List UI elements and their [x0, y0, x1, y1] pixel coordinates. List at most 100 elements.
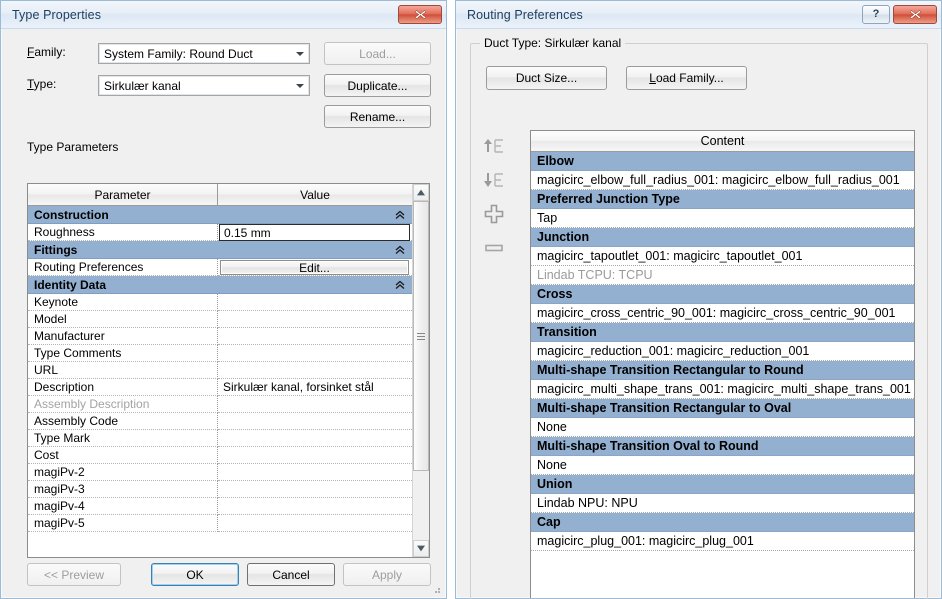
parameter-value[interactable]: 0.15 mm [218, 224, 412, 241]
type-parameters-scrollbar[interactable] [412, 184, 429, 557]
content-section-header[interactable]: Multi-shape Transition Rectangular to Ro… [531, 361, 914, 380]
content-row[interactable]: magicirc_reduction_001: magicirc_reducti… [531, 342, 914, 361]
parameter-value[interactable] [218, 396, 412, 413]
parameter-row[interactable]: Routing Preferences Edit... [28, 259, 412, 276]
scrollbar-thumb[interactable] [413, 201, 429, 471]
parameter-value[interactable] [218, 362, 412, 379]
content-section-header[interactable]: Elbow [531, 152, 914, 171]
close-icon[interactable] [893, 5, 937, 24]
rename-button[interactable]: Rename... [324, 105, 431, 128]
parameter-value[interactable] [218, 245, 412, 255]
parameter-name: URL [28, 362, 218, 379]
content-row[interactable]: magicirc_multi_shape_trans_001: magicirc… [531, 380, 914, 399]
load-button-label: Load... [359, 46, 396, 61]
content-section-header[interactable]: Transition [531, 323, 914, 342]
type-properties-dialog: Type Properties Family: System Family: R… [0, 0, 447, 599]
type-combobox[interactable]: Sirkulær kanal [98, 75, 310, 96]
roughness-input[interactable]: 0.15 mm [219, 224, 410, 241]
apply-button-label: Apply [371, 567, 403, 582]
family-value: System Family: Round Duct [104, 46, 253, 61]
column-header-parameter[interactable]: Parameter [28, 184, 218, 205]
close-icon[interactable] [398, 5, 442, 24]
duplicate-button[interactable]: Duplicate... [324, 74, 431, 97]
chevron-down-icon [296, 51, 304, 56]
parameter-value[interactable] [218, 447, 412, 464]
parameter-value[interactable] [218, 345, 412, 362]
parameter-section-header[interactable]: Construction [28, 206, 412, 224]
parameter-name: Manufacturer [28, 328, 218, 345]
resize-grip-icon[interactable] [430, 583, 442, 595]
parameter-row[interactable]: magiPv-3 [28, 481, 412, 498]
family-combobox[interactable]: System Family: Round Duct [98, 43, 310, 64]
scrollbar-track[interactable] [413, 201, 429, 540]
parameter-value[interactable] [218, 464, 412, 481]
parameter-row[interactable]: Assembly Description [28, 396, 412, 413]
parameter-value[interactable] [218, 430, 412, 447]
content-row[interactable]: None [531, 456, 914, 475]
type-properties-titlebar[interactable]: Type Properties [1, 1, 446, 29]
parameter-row[interactable]: magiPv-2 [28, 464, 412, 481]
content-row[interactable]: Lindab NPU: NPU [531, 494, 914, 513]
add-row-icon[interactable] [476, 197, 512, 231]
parameter-section-header[interactable]: Fittings [28, 241, 412, 259]
collapse-chevron-icon[interactable] [395, 245, 405, 255]
parameter-value[interactable] [218, 515, 412, 532]
remove-row-icon[interactable] [476, 231, 512, 265]
parameter-row[interactable]: Keynote [28, 294, 412, 311]
parameter-row[interactable]: Roughness 0.15 mm [28, 224, 412, 241]
collapse-chevron-icon[interactable] [395, 280, 405, 290]
content-section-header[interactable]: Multi-shape Transition Oval to Round [531, 437, 914, 456]
parameter-value[interactable] [218, 210, 412, 220]
move-down-icon[interactable] [476, 163, 512, 197]
column-header-value[interactable]: Value [218, 184, 412, 205]
parameter-row[interactable]: Type Comments [28, 345, 412, 362]
parameter-section-header[interactable]: Identity Data [28, 276, 412, 294]
content-row[interactable]: magicirc_elbow_full_radius_001: magicirc… [531, 171, 914, 190]
collapse-chevron-icon[interactable] [395, 210, 405, 220]
content-section-header[interactable]: Cross [531, 285, 914, 304]
parameter-name: Roughness [28, 224, 218, 241]
routing-preferences-title: Routing Preferences [467, 7, 583, 22]
parameter-row[interactable]: Manufacturer [28, 328, 412, 345]
content-section-header[interactable]: Multi-shape Transition Rectangular to Ov… [531, 399, 914, 418]
content-section-header[interactable]: Cap [531, 513, 914, 532]
parameter-value[interactable] [218, 413, 412, 430]
parameter-row[interactable]: magiPv-4 [28, 498, 412, 515]
move-up-icon[interactable] [476, 129, 512, 163]
content-section-header[interactable]: Junction [531, 228, 914, 247]
parameter-value[interactable] [218, 498, 412, 515]
duct-size-button[interactable]: Duct Size... [486, 66, 607, 90]
content-row[interactable]: magicirc_plug_001: magicirc_plug_001 [531, 532, 914, 551]
parameter-row[interactable]: Model [28, 311, 412, 328]
parameter-row[interactable]: URL [28, 362, 412, 379]
parameter-row[interactable]: Description Sirkulær kanal, forsinket stå… [28, 379, 412, 396]
parameter-row[interactable]: magiPv-5 [28, 515, 412, 532]
content-row[interactable]: Tap [531, 209, 914, 228]
parameter-value[interactable] [218, 280, 412, 290]
content-row[interactable]: magicirc_cross_centric_90_001: magicirc_… [531, 304, 914, 323]
parameter-value[interactable] [218, 481, 412, 498]
column-header-content[interactable]: Content [531, 131, 914, 152]
load-family-button[interactable]: Load Family... [626, 66, 747, 90]
content-section-header[interactable]: Preferred Junction Type [531, 190, 914, 209]
parameter-row[interactable]: Cost [28, 447, 412, 464]
parameter-value[interactable] [218, 311, 412, 328]
parameter-value[interactable] [218, 328, 412, 345]
content-section-header[interactable]: Union [531, 475, 914, 494]
parameter-value[interactable]: Edit... [218, 259, 412, 276]
help-icon[interactable]: ? [862, 5, 890, 24]
routing-preferences-titlebar[interactable]: Routing Preferences ? [456, 1, 941, 29]
parameter-value[interactable] [218, 294, 412, 311]
scroll-up-button[interactable] [413, 184, 429, 201]
content-row[interactable]: magicirc_tapoutlet_001: magicirc_tapoutl… [531, 247, 914, 266]
cancel-button[interactable]: Cancel [247, 563, 335, 586]
content-row[interactable]: None [531, 418, 914, 437]
routing-content-rows: Elbow magicirc_elbow_full_radius_001: mag… [531, 152, 914, 551]
content-row[interactable]: Lindab TCPU: TCPU [531, 266, 914, 285]
parameter-value[interactable]: Sirkulær kanal, forsinket stål [218, 379, 412, 396]
routing-preferences-edit-button[interactable]: Edit... [220, 260, 409, 275]
parameter-row[interactable]: Assembly Code [28, 413, 412, 430]
parameter-row[interactable]: Type Mark [28, 430, 412, 447]
type-properties-body: Family: System Family: Round Duct Load..… [1, 29, 446, 598]
ok-button[interactable]: OK [151, 563, 239, 586]
